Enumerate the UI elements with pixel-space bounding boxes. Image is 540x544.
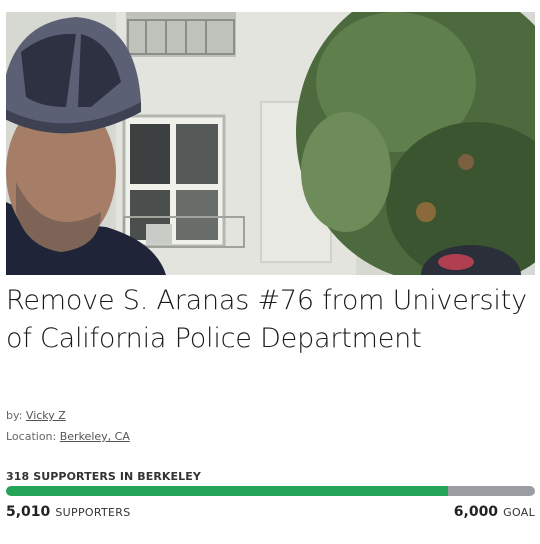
signature-progress-fill	[6, 486, 448, 496]
supporters-label: SUPPORTERS	[55, 506, 131, 519]
goal-number: 6,000	[453, 504, 499, 520]
author-prefix: by:	[6, 409, 23, 422]
goal-count: 6,000 GOAL	[454, 501, 535, 520]
location-link[interactable]: Berkeley, CA	[60, 430, 130, 443]
signature-counts: 5,010 SUPPORTERS 6,000 GOAL	[6, 501, 535, 521]
location-line: Location: Berkeley, CA	[6, 430, 130, 443]
petition-photo-image	[6, 12, 535, 275]
petition-photo	[6, 12, 535, 275]
petition-title: Remove S. Aranas #76 from University of …	[6, 285, 527, 354]
author-link[interactable]: Vicky Z	[26, 409, 66, 422]
supporters-number: 5,010	[6, 504, 51, 520]
location-prefix: Location:	[6, 430, 57, 443]
signature-progress-bar	[6, 486, 535, 496]
author-line: by: Vicky Z	[6, 409, 66, 422]
goal-label: GOAL	[503, 506, 535, 519]
supporters-count: 5,010 SUPPORTERS	[6, 501, 131, 520]
local-supporters-count: 318 SUPPORTERS IN BERKELEY	[6, 470, 201, 483]
